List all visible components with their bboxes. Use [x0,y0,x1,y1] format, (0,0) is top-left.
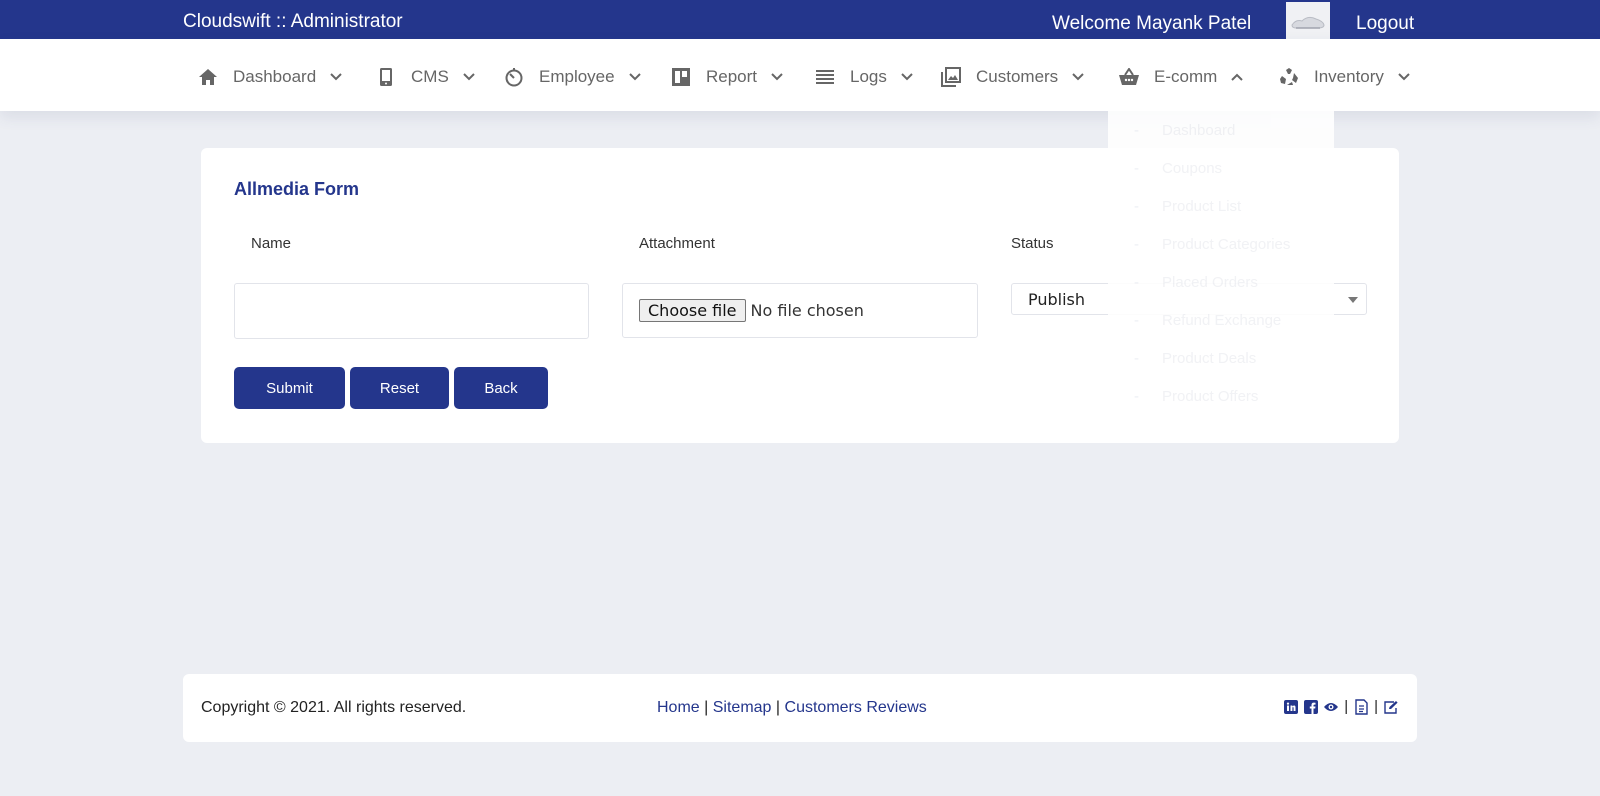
choose-file-button[interactable]: Choose file [639,299,746,322]
mobile-icon [375,66,397,88]
link-separator: | [704,699,709,716]
footer-links: Home | Sitemap | Customers Reviews [657,699,927,717]
nav-employee[interactable]: Employee [503,64,643,90]
list-icon [814,66,836,88]
dropdown-item[interactable]: Placed Orders [1108,266,1334,304]
chevron-down-icon [628,70,643,84]
name-input[interactable] [234,283,589,339]
nav-label: CMS [411,67,449,86]
nav-label: E-comm [1154,67,1218,86]
dropdown-item[interactable]: Product Categories [1108,228,1334,266]
nav-label: Dashboard [233,67,317,86]
attachment-field: Choose file No file chosen [622,283,978,338]
nav-label: Logs [850,67,887,86]
icon-separator: | [1374,698,1378,715]
shoe-icon [1291,16,1325,29]
nav-label: Inventory [1314,67,1384,86]
main-nav: Dashboard CMS Employee Report Logs Custo… [0,39,1600,111]
footer: Copyright © 2021. All rights reserved. H… [183,674,1417,742]
edit-icon[interactable] [1383,699,1399,715]
chevron-down-icon [1072,70,1086,84]
chevron-up-icon [1231,70,1245,84]
back-button[interactable]: Back [454,367,548,409]
link-separator: | [775,699,781,716]
file-status: No file chosen [750,301,864,320]
caret-down-icon [1348,297,1358,303]
dropdown-item[interactable]: Coupons [1108,152,1334,190]
reset-button[interactable]: Reset [350,367,449,409]
app-title: Cloudswift :: Administrator [183,11,403,32]
chevron-down-icon [901,70,915,84]
welcome-text: Welcome Mayank Patel [1052,13,1252,34]
dropdown-item[interactable]: Product List [1108,190,1334,228]
nav-ecomm[interactable]: E-comm [1118,64,1245,90]
nav-customers[interactable]: Customers [940,64,1086,90]
dropdown-item[interactable]: Dashboard [1108,114,1334,152]
nav-cms[interactable]: CMS [375,64,477,90]
footer-link-home[interactable]: Home [657,699,700,716]
status-label: Status [1011,235,1054,252]
eye-icon[interactable] [1323,699,1339,715]
status-selected-value: Publish [1028,289,1086,309]
copyright-text: Copyright © 2021. All rights reserved. [201,699,467,716]
nav-dashboard[interactable]: Dashboard [197,64,344,90]
chevron-down-icon [771,70,785,84]
icon-separator: | [1344,698,1349,715]
name-label: Name [251,235,292,252]
footer-link-sitemap[interactable]: Sitemap [713,699,772,716]
columns-icon [670,66,692,88]
footer-link-customers-reviews[interactable]: Customers Reviews [785,699,927,716]
form-title: Allmedia Form [234,179,360,199]
avatar[interactable] [1286,2,1330,39]
nav-label: Employee [539,67,615,86]
ecomm-dropdown: Dashboard Coupons Product List Product C… [1108,110,1334,414]
logout-link[interactable]: Logout [1356,13,1414,35]
timer-icon [503,66,525,88]
nav-report[interactable]: Report [670,64,785,90]
linkedin-icon[interactable] [1283,699,1299,715]
attachment-label: Attachment [639,235,715,252]
facebook-icon[interactable] [1303,699,1319,715]
dropdown-item[interactable]: Product Offers [1108,380,1334,418]
submit-button[interactable]: Submit [234,367,345,409]
basket-icon [1118,66,1140,88]
image-icon [940,66,962,88]
chevron-down-icon [1398,70,1412,84]
nav-label: Customers [976,67,1059,86]
chevron-down-icon [330,70,344,84]
chevron-down-icon [463,70,477,84]
recycle-icon [1278,66,1300,88]
nav-inventory[interactable]: Inventory [1278,64,1412,90]
dropdown-item[interactable]: Refund Exchange [1108,304,1334,342]
top-bar: Cloudswift :: Administrator Welcome Maya… [0,0,1600,39]
nav-logs[interactable]: Logs [814,64,915,90]
footer-icons: | | [1283,698,1399,715]
document-icon[interactable] [1353,698,1369,715]
dropdown-item[interactable]: Product Deals [1108,342,1334,380]
home-icon [197,66,219,88]
nav-label: Report [706,67,758,86]
